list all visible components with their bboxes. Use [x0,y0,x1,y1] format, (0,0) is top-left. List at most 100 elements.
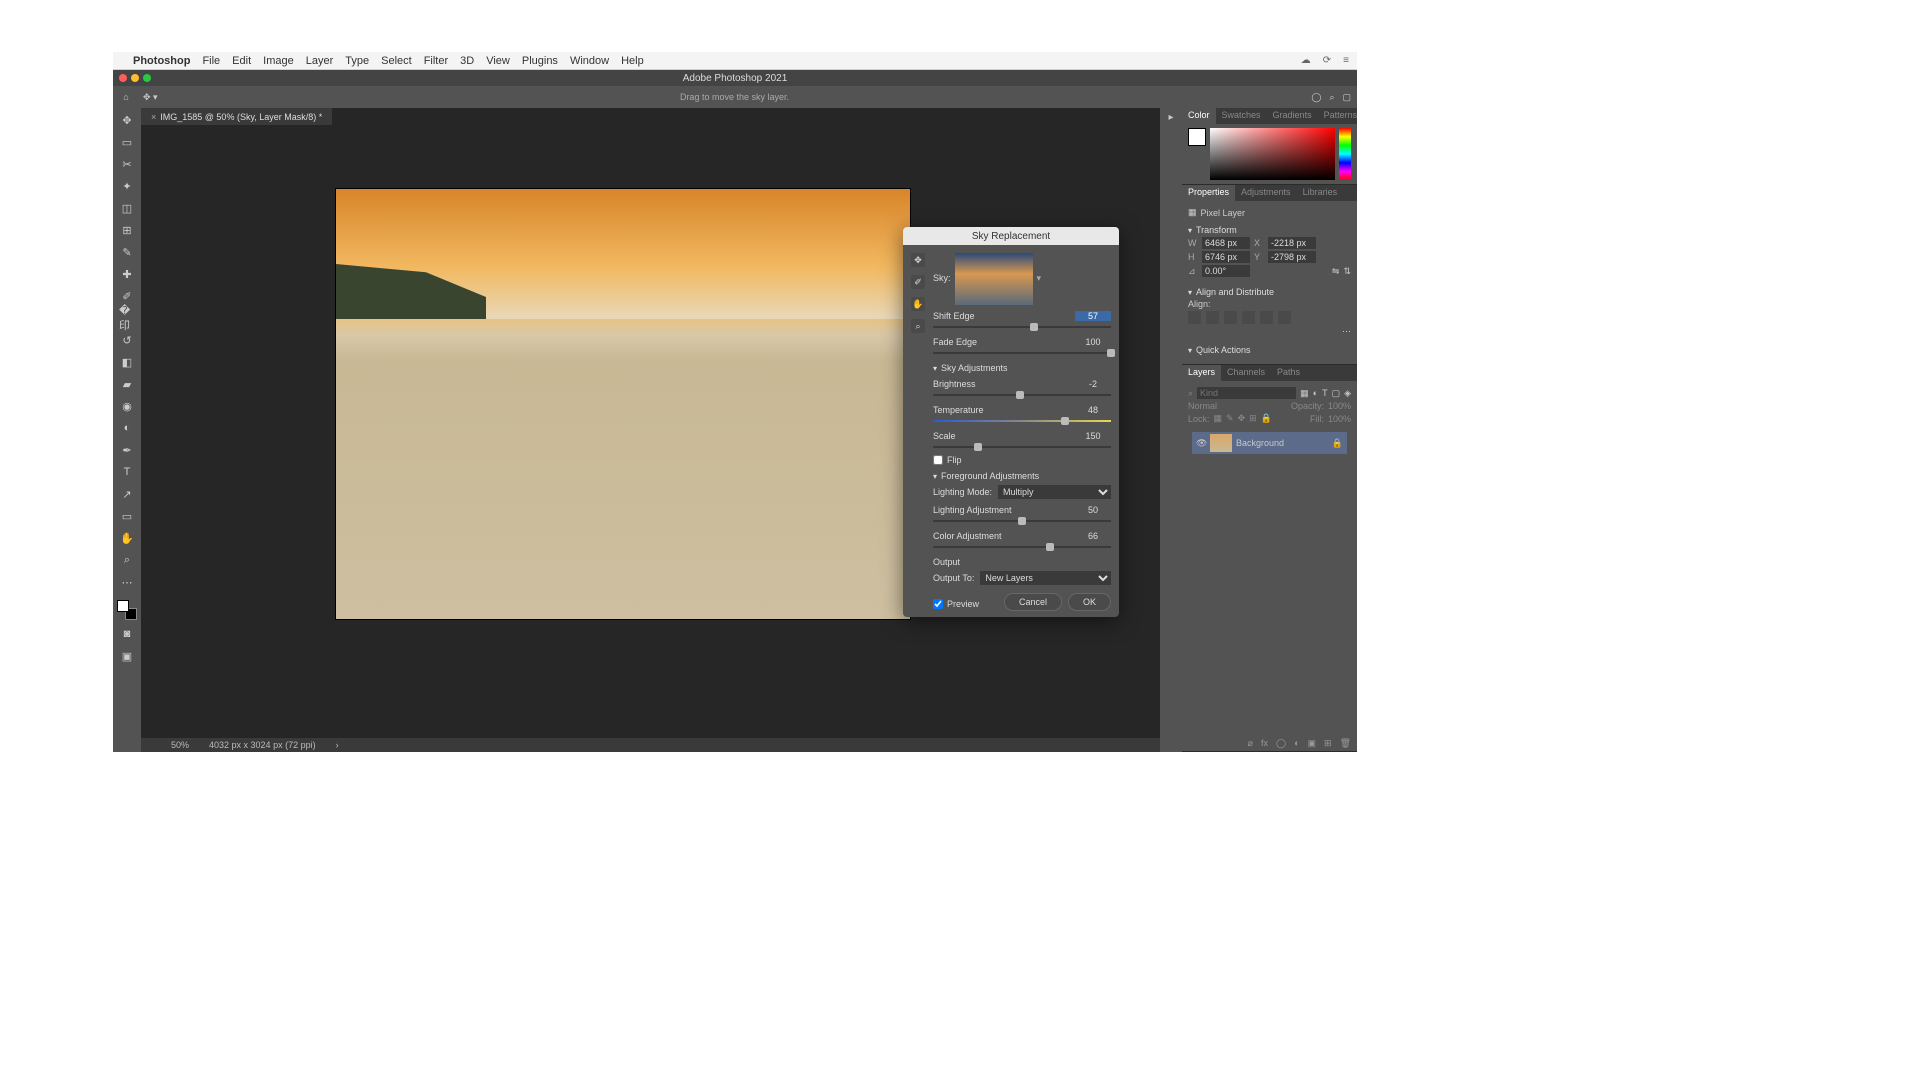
transform-angle-input[interactable] [1202,265,1250,277]
canvas[interactable] [336,189,910,619]
path-tool-icon[interactable]: ↗ [119,486,135,502]
transform-x-input[interactable] [1268,237,1316,249]
menu-help[interactable]: Help [621,55,644,67]
filter-smart-icon[interactable]: ◈ [1344,388,1351,399]
tab-swatches[interactable]: Swatches [1216,108,1267,124]
move-tool-icon[interactable]: ✥ ▾ [143,92,158,103]
fx-icon[interactable]: fx [1261,738,1268,748]
hand-tool-icon[interactable]: ✋ [119,530,135,546]
crop-tool-icon[interactable]: ◫ [119,200,135,216]
zoom-level[interactable]: 50% [171,740,189,750]
menu-image[interactable]: Image [263,55,294,67]
type-tool-icon[interactable]: T [119,464,135,480]
dialog-brush-tool-icon[interactable]: ✐ [911,275,925,289]
sky-adjustments-section[interactable]: Sky Adjustments [933,363,1111,373]
history-brush-tool-icon[interactable]: ↺ [119,332,135,348]
fade-edge-value[interactable]: 100 [1075,337,1111,347]
document-tab[interactable]: × IMG_1585 @ 50% (Sky, Layer Mask/8) * [141,108,332,125]
sky-preset-thumb[interactable] [955,253,1033,305]
align-section[interactable]: Align and Distribute [1188,287,1351,297]
ok-button[interactable]: OK [1068,593,1111,611]
status-menu-icon[interactable]: › [336,740,339,750]
fade-edge-slider[interactable] [933,349,1111,357]
close-tab-icon[interactable]: × [151,112,156,122]
layers-filter-input[interactable] [1197,387,1296,399]
group-icon[interactable]: ▣ [1308,738,1317,749]
align-hcenter-icon[interactable] [1206,311,1219,324]
window-zoom-icon[interactable] [143,74,151,82]
opacity-value[interactable]: 100% [1328,401,1351,411]
newlayer-icon[interactable]: ⊞ [1324,738,1332,749]
cloud-docs-icon[interactable]: ◯ [1311,92,1321,103]
fill-value[interactable]: 100% [1328,414,1351,424]
dialog-hand-tool-icon[interactable]: ✋ [911,297,925,311]
link-icon[interactable]: ⌀ [1248,738,1253,749]
cloud-icon[interactable]: ☁ [1301,55,1311,66]
dialog-zoom-tool-icon[interactable]: ⌕ [911,319,925,333]
layer-row[interactable]: 👁 Background 🔒 [1192,432,1347,454]
cancel-button[interactable]: Cancel [1004,593,1062,611]
color-fg-swatch[interactable] [1188,128,1206,146]
blend-mode-select[interactable]: Normal [1188,401,1217,411]
zoom-tool-icon[interactable]: ⌕ [119,552,135,568]
screenmode-icon[interactable]: ▣ [119,648,135,664]
tab-patterns[interactable]: Patterns [1318,108,1364,124]
lock-icon[interactable]: 🔒 [1332,438,1343,449]
frame-tool-icon[interactable]: ⊞ [119,222,135,238]
home-icon[interactable]: ⌂ [119,90,133,104]
lock-pos-icon[interactable]: ✥ [1238,413,1246,424]
quickactions-section[interactable]: Quick Actions [1188,345,1351,355]
sync-icon[interactable]: ⟳ [1323,55,1331,66]
lighting-adj-value[interactable]: 50 [1075,505,1111,515]
brightness-slider[interactable] [933,391,1111,399]
eyedropper-tool-icon[interactable]: ✎ [119,244,135,260]
align-top-icon[interactable] [1242,311,1255,324]
lighting-mode-select[interactable]: Multiply [998,485,1111,499]
color-field[interactable] [1210,128,1335,180]
wifi-icon[interactable]: ≡ [1343,55,1349,66]
quickselect-tool-icon[interactable]: ✦ [119,178,135,194]
menu-app[interactable]: Photoshop [133,55,190,67]
filter-type-icon[interactable]: T [1322,388,1328,398]
menu-type[interactable]: Type [345,55,369,67]
tab-adjustments[interactable]: Adjustments [1235,185,1297,201]
menu-view[interactable]: View [486,55,510,67]
temperature-slider[interactable] [933,417,1111,425]
stamp-tool-icon[interactable]: �印 [119,310,135,326]
scale-value[interactable]: 150 [1075,431,1111,441]
temperature-value[interactable]: 48 [1075,405,1111,415]
transform-w-input[interactable] [1202,237,1250,249]
menu-file[interactable]: File [202,55,220,67]
quickmask-icon[interactable]: ◙ [119,626,135,642]
color-swatch[interactable] [117,600,137,620]
align-right-icon[interactable] [1224,311,1237,324]
dialog-move-tool-icon[interactable]: ✥ [911,253,925,267]
marquee-tool-icon[interactable]: ▭ [119,134,135,150]
flip-checkbox[interactable] [933,455,943,465]
filter-adjust-icon[interactable]: ◐ [1313,388,1318,398]
tab-channels[interactable]: Channels [1221,365,1271,381]
lock-all-icon[interactable]: 🔒 [1261,413,1272,424]
shape-tool-icon[interactable]: ▭ [119,508,135,524]
lock-trans-icon[interactable]: ▦ [1214,413,1223,424]
transform-h-input[interactable] [1202,251,1250,263]
edit-toolbar-icon[interactable]: ⋯ [119,574,135,590]
more-icon[interactable]: ⋯ [1342,326,1351,336]
tab-gradients[interactable]: Gradients [1267,108,1318,124]
foreground-adjustments-section[interactable]: Foreground Adjustments [933,471,1111,481]
output-to-select[interactable]: New Layers [980,571,1111,585]
dodge-tool-icon[interactable]: ◐ [119,420,135,436]
tab-properties[interactable]: Properties [1182,185,1235,201]
adjustment-icon[interactable]: ◐ [1294,738,1299,748]
move-tool-icon[interactable]: ✥ [119,112,135,128]
shift-edge-slider[interactable] [933,323,1111,331]
align-vcenter-icon[interactable] [1260,311,1273,324]
blur-tool-icon[interactable]: ◉ [119,398,135,414]
filter-pixel-icon[interactable]: ▦ [1300,388,1309,399]
flip-v-icon[interactable]: ⇅ [1343,266,1351,277]
menu-select[interactable]: Select [381,55,412,67]
brightness-value[interactable]: -2 [1075,379,1111,389]
menu-edit[interactable]: Edit [232,55,251,67]
menu-layer[interactable]: Layer [306,55,334,67]
visibility-icon[interactable]: 👁 [1196,438,1206,449]
